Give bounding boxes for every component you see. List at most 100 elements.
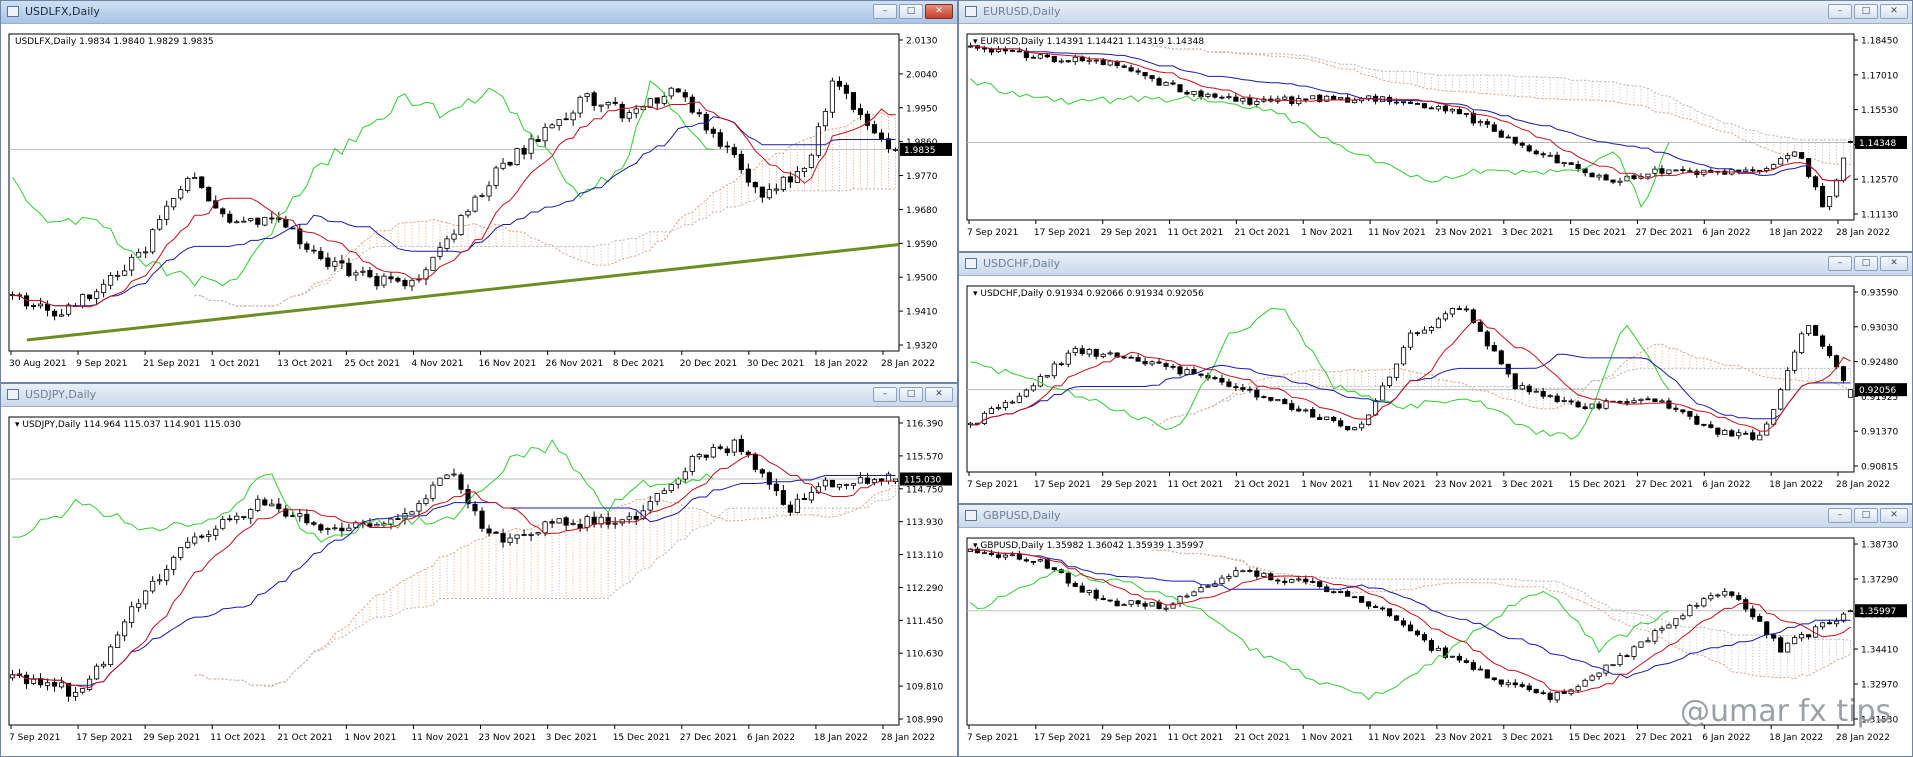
date-tick-label: 1 Nov 2021: [1301, 480, 1353, 490]
date-tick-label: 18 Jan 2022: [1769, 733, 1823, 743]
candle: [1610, 664, 1616, 667]
date-tick-label: 11 Nov 2021: [1368, 480, 1426, 490]
maximize-button[interactable]: □: [1854, 4, 1878, 19]
price-tick-label: 1.11130: [1861, 211, 1898, 221]
date-tick-label: 6 Jan 2022: [1702, 228, 1750, 238]
candle: [1177, 84, 1183, 93]
svg-text:115.030: 115.030: [904, 475, 941, 485]
maximize-button[interactable]: □: [899, 4, 923, 19]
time-axis[interactable]: 7 Sep 2021 17 Sep 2021 29 Sep 2021 11 Oct 2…: [967, 472, 1890, 490]
chart-window-eurusd[interactable]: EURUSD,Daily ✕□– 1.18450 1.17010 1.15530 1.14…: [958, 0, 1913, 252]
candle: [1806, 158, 1812, 179]
candle: [1359, 595, 1365, 603]
date-tick-label: 21 Oct 2021: [277, 733, 333, 743]
date-tick-label: 17 Sep 2021: [1034, 733, 1091, 743]
date-tick-label: 28 Jan 2022: [1836, 480, 1890, 490]
candle: [458, 213, 464, 236]
candle: [1289, 578, 1295, 584]
date-tick-label: 29 Sep 2021: [1101, 480, 1158, 490]
candle: [1568, 162, 1574, 166]
chart-window-usdjpy[interactable]: USDJPY,Daily ✕ □ – 116.390 115.570 114.750 113.…: [0, 383, 958, 757]
price-tick-label: 1.9500: [906, 274, 938, 284]
date-tick-label: 11 Oct 2021: [1168, 733, 1224, 743]
window-title: USDCHF,Daily: [983, 257, 1061, 270]
candle: [1840, 365, 1847, 383]
chart-window-usdchf[interactable]: USDCHF,Daily ✕ □ – 0.93590 0.93030 0.92480 0.91…: [958, 252, 1913, 504]
minimize-button[interactable]: –: [873, 4, 897, 19]
plot-area: [966, 33, 1855, 221]
current-price-badge: 1.35997: [1855, 604, 1907, 618]
candle: [1813, 324, 1819, 336]
price-axis[interactable]: 0.935900.930300.924800.919250.913700.908…: [1854, 289, 1898, 473]
close-button[interactable]: ✕: [925, 4, 953, 19]
date-tick-label: 3 Dec 2021: [546, 733, 598, 743]
symbol-info-label: ▾ USDJPY,Daily 114.964 115.037 114.901 1…: [15, 420, 241, 430]
price-chart-usdjpy[interactable]: 116.390 115.570 114.750 113.930 113.110 112.2…: [1, 407, 957, 757]
window-titlebar[interactable]: EURUSD,Daily ✕ □ –: [959, 1, 1912, 24]
date-tick-label: 3 Dec 2021: [1502, 228, 1554, 238]
price-tick-label: 108.990: [906, 716, 943, 726]
time-axis[interactable]: 7 Sep 2021 17 Sep 2021 29 Sep 2021 11 Oct 2…: [9, 725, 935, 743]
price-axis[interactable]: 1.184501.170101.155301.143401.125701.111…: [1854, 37, 1898, 221]
date-tick-label: 28 Jan 2022: [881, 359, 935, 369]
chart-window-usdlfx[interactable]: USDLFX,Daily✕□– 2.01302.00401.99501.98601…: [0, 0, 958, 383]
close-button[interactable]: ✕: [1880, 256, 1908, 271]
price-chart-usdlfx[interactable]: 2.01302.00401.99501.98601.97701.96801.95…: [1, 24, 957, 383]
candle: [108, 644, 114, 667]
candle: [1275, 399, 1281, 402]
date-tick-label: 11 Oct 2021: [1168, 228, 1224, 238]
date-tick-label: 18 Jan 2022: [1769, 228, 1823, 238]
date-tick-label: 28 Jan 2022: [1836, 228, 1890, 238]
minimize-button[interactable]: –: [1828, 508, 1852, 523]
date-tick-label: 28 Jan 2022: [881, 733, 935, 743]
candle: [199, 176, 205, 189]
price-tick-label: 2.0040: [906, 70, 938, 80]
symbol-info-label: ▾ USDCHF,Daily 0.91934 0.92066 0.91934 0…: [973, 289, 1204, 299]
candle: [829, 479, 835, 488]
close-button[interactable]: ✕: [1880, 508, 1908, 523]
price-chart-eurusd[interactable]: 1.184501.170101.155301.143401.125701.111…: [959, 24, 1912, 252]
window-titlebar[interactable]: USDCHF,Daily ✕ □ –: [959, 253, 1912, 276]
candle: [1833, 178, 1840, 198]
candle: [1792, 151, 1798, 157]
candle: [1701, 596, 1707, 608]
date-tick-label: 29 Sep 2021: [1101, 228, 1158, 238]
candle: [1324, 416, 1330, 421]
price-tick-label: 0.90815: [1861, 463, 1898, 473]
current-price-badge: 0.92056: [1855, 383, 1907, 397]
candle: [1813, 624, 1819, 638]
maximize-button[interactable]: □: [1854, 508, 1878, 523]
date-tick-label: 1 Nov 2021: [1301, 228, 1353, 238]
maximize-button[interactable]: □: [899, 387, 923, 402]
minimize-button[interactable]: –: [1828, 256, 1852, 271]
candle: [1847, 140, 1854, 144]
price-axis[interactable]: 116.390 115.570 114.750 113.930 113.110 112.2…: [899, 420, 943, 726]
price-tick-label: 1.9320: [906, 342, 938, 352]
window-titlebar[interactable]: USDJPY,Daily ✕ □ –: [1, 384, 957, 407]
date-tick-label: 11 Oct 2021: [210, 733, 266, 743]
minimize-button[interactable]: –: [1828, 4, 1852, 19]
maximize-button[interactable]: □: [1854, 256, 1878, 271]
date-tick-label: 27 Dec 2021: [1635, 733, 1693, 743]
time-axis[interactable]: 30 Aug 2021 9 Sep 2021 21 Sep 2021 1 Oct 20…: [9, 351, 935, 369]
date-tick-label: 11 Nov 2021: [1368, 228, 1426, 238]
candle: [94, 663, 100, 681]
price-tick-label: 1.38730: [1861, 541, 1898, 551]
close-button[interactable]: ✕: [1880, 4, 1908, 19]
date-tick-label: 7 Sep 2021: [967, 733, 1018, 743]
date-tick-label: 17 Sep 2021: [1034, 480, 1091, 490]
candle: [150, 228, 156, 255]
window-titlebar[interactable]: GBPUSD,Daily ✕ □ –: [959, 505, 1912, 528]
date-tick-label: 29 Sep 2021: [1101, 733, 1158, 743]
candle: [1799, 152, 1805, 159]
price-chart-usdchf[interactable]: 0.935900.930300.924800.919250.913700.908…: [959, 276, 1912, 504]
date-tick-label: 15 Dec 2021: [1569, 733, 1627, 743]
date-tick-label: 3 Dec 2021: [1502, 480, 1554, 490]
minimize-button[interactable]: –: [873, 387, 897, 402]
price-tick-label: 0.93030: [1861, 323, 1898, 333]
price-axis[interactable]: 2.01302.00401.99501.98601.97701.96801.95…: [899, 37, 938, 352]
window-titlebar[interactable]: USDLFX,Daily ✕ □ –: [1, 1, 957, 24]
candle: [780, 176, 786, 192]
time-axis[interactable]: 7 Sep 2021 17 Sep 2021 29 Sep 2021 11 Oct 2…: [967, 220, 1890, 238]
close-button[interactable]: ✕: [925, 387, 953, 402]
